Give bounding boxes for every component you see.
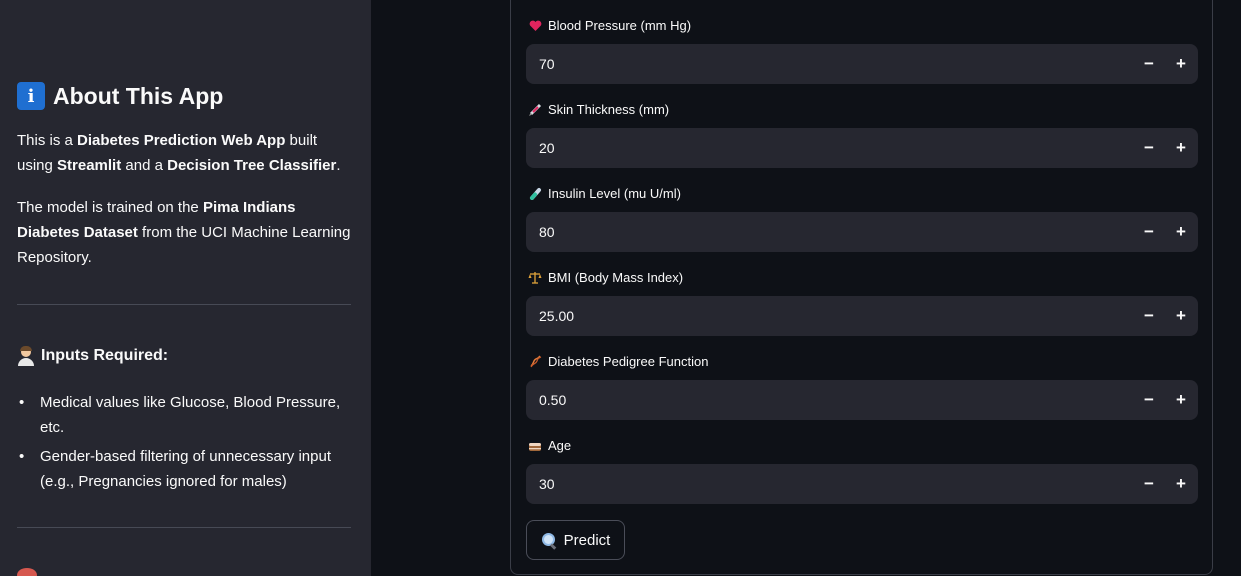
test-tube-icon (528, 187, 542, 201)
dataset-description: The model is trained on the Pima Indians… (17, 195, 351, 270)
next-section-icon (17, 568, 37, 576)
decrement-button[interactable]: − (1133, 212, 1165, 252)
decrement-button[interactable]: − (1133, 380, 1165, 420)
input-value[interactable]: 20 (526, 140, 1133, 156)
input-value[interactable]: 25.00 (526, 308, 1133, 324)
input-value[interactable]: 80 (526, 224, 1133, 240)
skin-thickness-input[interactable]: 20 − + (526, 128, 1198, 168)
field-label-skin-thickness: Skin Thickness (mm) (528, 102, 669, 117)
input-value[interactable]: 0.50 (526, 392, 1133, 408)
age-input[interactable]: 30 − + (526, 464, 1198, 504)
text-span: The model is trained on the (17, 199, 203, 216)
field-label-insulin: Insulin Level (mu U/ml) (528, 186, 681, 201)
label-text: Diabetes Pedigree Function (548, 354, 709, 369)
insulin-input[interactable]: 80 − + (526, 212, 1198, 252)
bold-span: Decision Tree Classifier (167, 157, 337, 174)
input-value[interactable]: 70 (526, 56, 1133, 72)
decrement-button[interactable]: − (1133, 464, 1165, 504)
decrement-button[interactable]: − (1133, 128, 1165, 168)
label-text: Skin Thickness (mm) (548, 102, 670, 117)
increment-button[interactable]: + (1165, 464, 1197, 504)
syringe-icon (528, 103, 542, 117)
sidebar: i About This App This is a Diabetes Pred… (0, 0, 371, 576)
field-label-age: Age (528, 438, 571, 453)
increment-button[interactable]: + (1165, 44, 1197, 84)
increment-button[interactable]: + (1165, 380, 1197, 420)
about-description: This is a Diabetes Prediction Web App bu… (17, 128, 351, 178)
inputs-title-text: Inputs Required: (41, 347, 169, 364)
inputs-list: Medical values like Glucose, Blood Press… (17, 390, 351, 498)
dna-icon (528, 355, 542, 369)
heart-icon (528, 19, 542, 33)
about-title-text: About This App (53, 82, 224, 109)
magnifier-icon (541, 532, 557, 550)
predict-button[interactable]: Predict (526, 520, 625, 560)
bold-span: Streamlit (57, 157, 122, 174)
list-item: Medical values like Glucose, Blood Press… (17, 390, 351, 440)
birthday-cake-icon (528, 439, 542, 453)
bmi-input[interactable]: 25.00 − + (526, 296, 1198, 336)
label-text: Insulin Level (mu U/ml) (548, 186, 681, 201)
decrement-button[interactable]: − (1133, 296, 1165, 336)
label-text: Age (548, 438, 572, 453)
balance-scale-icon (528, 271, 542, 285)
label-text: BMI (Body Mass Index) (548, 270, 684, 285)
blood-pressure-input[interactable]: 70 − + (526, 44, 1198, 84)
text-span: This is a (17, 132, 78, 149)
info-icon: i (17, 82, 45, 110)
divider (17, 304, 351, 305)
label-text: Blood Pressure (mm Hg) (548, 18, 692, 33)
pedigree-input[interactable]: 0.50 − + (526, 380, 1198, 420)
inputs-heading: Inputs Required: (17, 346, 168, 366)
field-label-blood-pressure: Blood Pressure (mm Hg) (528, 18, 691, 33)
field-label-bmi: BMI (Body Mass Index) (528, 270, 683, 285)
predict-label: Predict (563, 531, 611, 549)
field-label-pedigree: Diabetes Pedigree Function (528, 354, 708, 369)
decrement-button[interactable]: − (1133, 44, 1165, 84)
increment-button[interactable]: + (1165, 128, 1197, 168)
about-heading: i About This App (17, 82, 223, 110)
health-worker-icon (17, 346, 35, 366)
increment-button[interactable]: + (1165, 212, 1197, 252)
input-value[interactable]: 30 (526, 476, 1133, 492)
list-item: Gender-based filtering of unnecessary in… (17, 444, 351, 494)
text-span: . (336, 157, 341, 174)
increment-button[interactable]: + (1165, 296, 1197, 336)
text-span: and a (121, 157, 168, 174)
bold-span: Diabetes Prediction Web App (77, 132, 286, 149)
divider (17, 527, 351, 528)
